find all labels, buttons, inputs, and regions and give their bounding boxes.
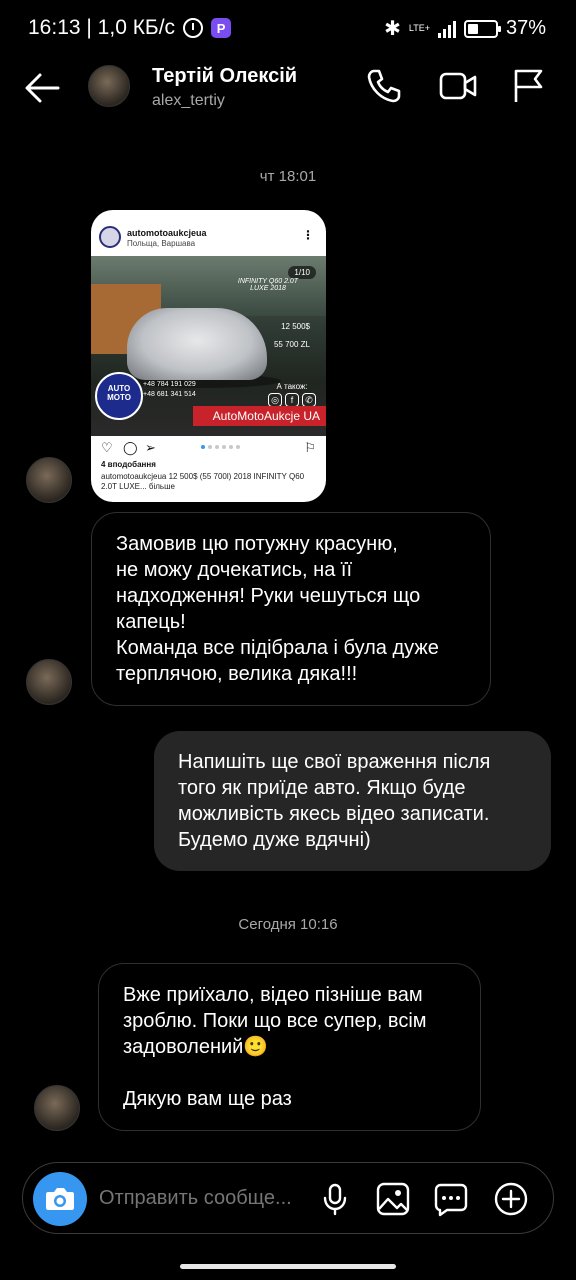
battery-percent: 37% [505,17,546,39]
battery-icon [463,19,501,38]
more-options-icon[interactable]: ⋮ [302,228,314,242]
timestamp: Сегодня 10:16 [238,916,338,933]
message-composer [22,1162,554,1234]
post-social: А також: ◎ f ✆ [268,382,316,407]
whatsapp-icon: ✆ [302,393,316,407]
plus-icon[interactable] [493,1181,529,1217]
post-likes: 4 вподобання [101,460,156,469]
timestamp: чт 18:01 [259,168,317,185]
status-bar: 16:13 | 1,0 КБ/с P ✱ LTE+ 37% [0,0,576,56]
image-car [127,308,267,380]
contact-username[interactable]: alex_tertiy [152,92,225,110]
post-model-text: INFINITY Q60 2.0T LUXE 2018 [237,278,299,292]
heart-icon[interactable]: ♡ [101,440,113,456]
sender-avatar[interactable] [34,1085,80,1131]
message-bubble-outgoing[interactable]: Напишіть ще свої враження після того як … [154,731,551,871]
back-arrow-icon[interactable] [24,72,60,104]
post-brand-banner: AutoMotoAukcje UA [193,406,326,426]
shared-post[interactable]: automotoaukcjeua Польща, Варшава ⋮ 1/10 … [91,210,326,502]
status-time: 16:13 | 1,0 КБ/с [28,16,176,39]
camera-button[interactable] [33,1172,87,1226]
app-notification-icon: P [211,18,232,38]
post-actions: ♡ ◯ ➢ ⚐ [101,440,316,456]
post-caption: automotoaukcjeua 12 500$ (55 700l) 2018 … [101,472,305,491]
status-left: 16:13 | 1,0 КБ/с P [28,16,232,40]
comment-icon[interactable]: ◯ [123,440,138,456]
alarm-icon [183,18,204,38]
contact-avatar[interactable] [88,65,130,107]
sticker-message-icon[interactable] [433,1181,469,1217]
bluetooth-icon: ✱ [384,18,401,40]
share-icon[interactable]: ➢ [145,440,156,456]
post-account-name[interactable]: automotoaukcjeua [127,228,207,238]
gallery-icon[interactable] [375,1181,411,1217]
post-social-label: А також: [276,382,308,391]
post-phones: +48 784 191 029 +48 681 341 514 [143,380,196,400]
network-type: LTE+ [408,23,430,33]
bookmark-icon[interactable]: ⚐ [304,440,316,456]
home-indicator[interactable] [180,1264,396,1269]
automoto-badge-logo: AUTO MOTO [95,372,143,420]
post-location: Польща, Варшава [127,239,196,248]
post-account-logo [99,226,121,248]
message-bubble-incoming[interactable]: Вже приїхало, відео пізніше вам зроблю. … [98,963,481,1131]
phone-call-icon[interactable] [364,66,404,106]
video-call-icon[interactable] [438,66,478,106]
post-header: automotoaukcjeua Польща, Варшава ⋮ [91,210,326,256]
carousel-dots [201,445,240,449]
post-image[interactable]: 1/10 INFINITY Q60 2.0T LUXE 2018 12 500$… [91,256,326,436]
flag-report-icon[interactable] [508,66,548,106]
message-input[interactable] [99,1187,309,1210]
battery-fill [467,23,478,34]
instagram-icon: ◎ [268,393,282,407]
sender-avatar[interactable] [26,659,72,705]
contact-name[interactable]: Тертій Олексій [152,65,297,88]
signal-icon [437,20,456,38]
post-price-usd: 12 500$ [281,322,310,331]
chat-header: Тертій Олексій alex_tertiy [0,56,576,122]
message-bubble-incoming[interactable]: Замовив цю потужну красуню, не можу доче… [91,512,491,706]
post-price-zl: 55 700 ZL [273,340,310,349]
post-phone: +48 784 191 029 [143,381,196,388]
facebook-icon: f [285,393,299,407]
sender-avatar[interactable] [26,457,72,503]
status-right: ✱ LTE+ 37% [384,16,546,41]
camera-icon [46,1188,74,1210]
microphone-icon[interactable] [317,1181,353,1217]
post-phone: +48 681 341 514 [143,391,196,398]
